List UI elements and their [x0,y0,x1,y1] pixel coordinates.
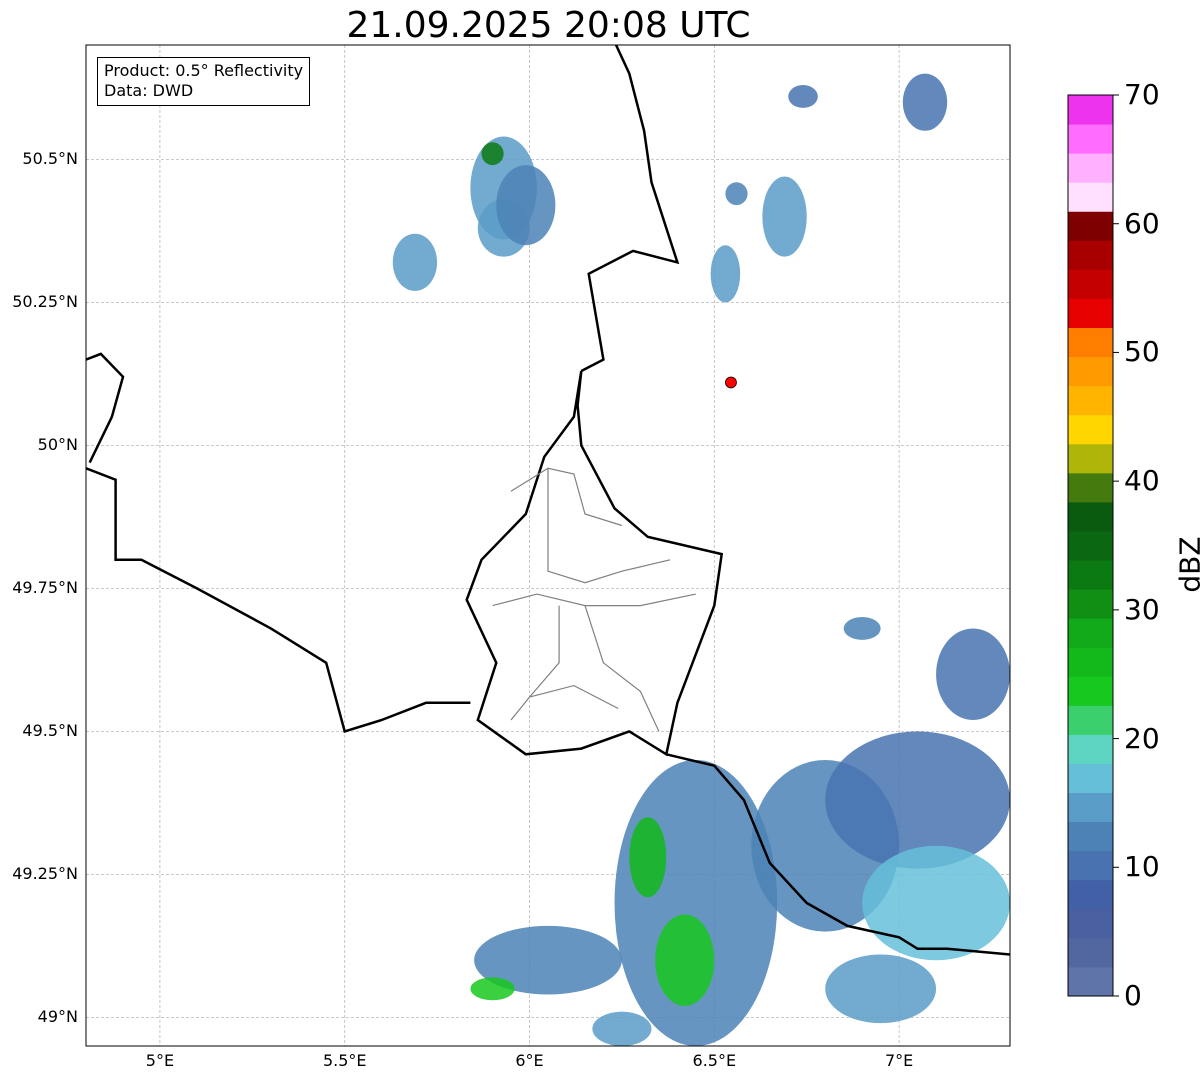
colorbar-segment-24 [1068,269,1113,299]
precip-cell-13 [655,914,715,1006]
colorbar-segment-7 [1068,763,1113,794]
colorbar-segment-6 [1068,792,1113,823]
x-tick-label-2: 6°E [515,1051,544,1070]
colorbar-segment-1 [1068,937,1113,968]
precip-cell-11 [936,628,1010,720]
colorbar-tick-label-2: 20 [1124,721,1160,755]
y-tick-label-5: 49.25°N [12,864,78,884]
precip-cell-12 [614,760,778,1046]
colorbar-segment-21 [1068,356,1113,387]
colorbar-segment-25 [1068,240,1113,270]
colorbar-segment-0 [1068,966,1113,997]
info-box: Product: 0.5° Reflectivity Data: DWD [97,57,311,106]
colorbar-tick-label-1: 10 [1124,850,1160,884]
y-tick-label-6: 49°N [37,1007,78,1027]
precip-cell-20 [592,1011,652,1046]
colorbar-segment-30 [1068,95,1113,125]
colorbar-segment-2 [1068,908,1113,939]
precip-cell-3 [496,165,556,246]
colorbar-segment-16 [1068,501,1113,532]
colorbar-segment-23 [1068,298,1113,329]
info-data-source: Data: DWD [104,81,194,100]
precip-cell-17 [862,845,1010,961]
colorbar-segment-3 [1068,879,1113,910]
colorbar-segment-9 [1068,705,1113,735]
colorbar-segment-19 [1068,414,1113,445]
y-tick-label-3: 49.75°N [12,578,78,598]
precip-cell-5 [710,245,741,303]
precip-cell-7 [725,182,748,206]
precip-cell-21 [825,954,937,1024]
x-tick-label-0: 5°E [145,1051,175,1070]
precip-cell-14 [629,817,667,898]
colorbar-segment-4 [1068,850,1113,881]
precip-cell-10 [843,617,881,640]
y-tick-label-4: 49.5°N [22,721,78,741]
colorbar-segment-28 [1068,153,1113,183]
colorbar-segment-8 [1068,734,1113,764]
colorbar-segment-17 [1068,472,1113,503]
x-tick-label-1: 5.5°E [322,1051,367,1070]
colorbar-tick-label-4: 40 [1124,464,1160,498]
colorbar-segment-11 [1068,647,1113,677]
colorbar-segment-18 [1068,443,1113,474]
x-tick-label-4: 7°E [884,1051,914,1070]
colorbar-tick-label-3: 30 [1124,592,1160,626]
colorbar-tick-label-0: 0 [1124,979,1142,1012]
info-product: Product: 0.5° Reflectivity [104,61,304,80]
colorbar-segment-15 [1068,530,1113,561]
radar-site-marker [725,376,737,389]
precip-cell-6 [762,176,807,257]
precip-cell-1 [481,142,504,166]
y-tick-label-0: 50.5°N [22,149,78,169]
marker-layer [725,376,737,389]
colorbar-segment-5 [1068,821,1113,852]
colorbar-label: dBZ [1173,536,1202,593]
y-tick-label-2: 50°N [37,435,78,455]
precip-cell-19 [470,977,515,1001]
radar-map [85,44,1119,1047]
x-tick-label-3: 6.5°E [692,1051,737,1070]
colorbar-tick-label-6: 60 [1124,206,1160,240]
precip-cell-9 [902,73,948,131]
precip-cell-4 [392,233,438,291]
colorbar-segment-10 [1068,676,1113,706]
colorbar-segment-13 [1068,589,1113,619]
colorbar-segment-27 [1068,182,1113,212]
y-tick-label-1: 50.25°N [12,292,78,312]
colorbar-segment-12 [1068,618,1113,648]
colorbar [1067,94,1119,997]
precip-cell-8 [788,85,818,108]
colorbar-segment-26 [1068,211,1113,241]
colorbar-segment-22 [1068,327,1113,358]
colorbar-tick-label-5: 50 [1124,335,1160,369]
colorbar-segment-14 [1068,560,1113,590]
colorbar-segment-20 [1068,385,1113,416]
colorbar-tick-label-7: 70 [1124,78,1160,111]
colorbar-segment-29 [1068,124,1113,154]
